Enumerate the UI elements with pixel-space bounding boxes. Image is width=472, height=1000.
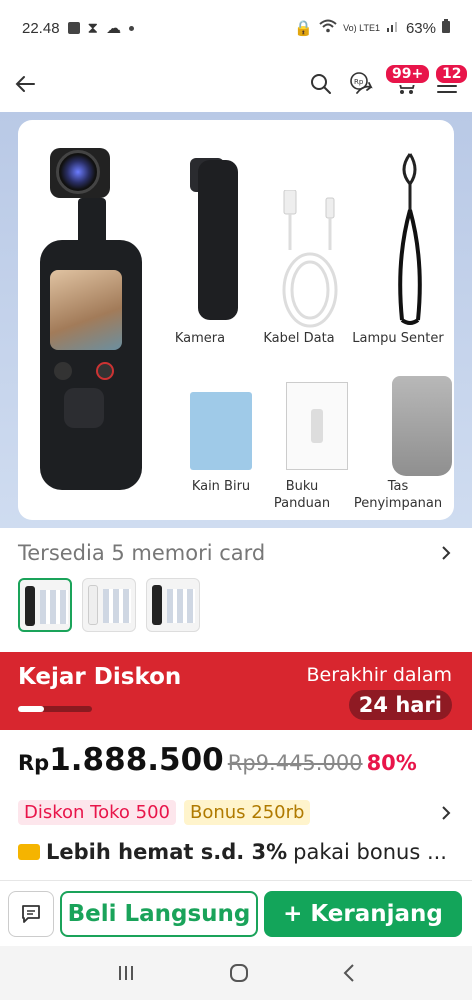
label-kamera: Kamera bbox=[174, 331, 226, 346]
chevron-right-icon bbox=[442, 546, 451, 560]
variant-label: Tersedia 5 memori card bbox=[18, 541, 266, 565]
camera-button-left bbox=[54, 362, 72, 380]
action-bar: Beli Langsung + Keranjang bbox=[0, 880, 472, 946]
camera-button-record bbox=[96, 362, 114, 380]
label-lampu: Lampu Senter bbox=[352, 331, 444, 346]
camera-lens bbox=[56, 150, 100, 194]
promo-ends-value: 24 hari bbox=[348, 690, 452, 720]
battery-percent: 63% bbox=[405, 19, 436, 37]
grip-image bbox=[198, 160, 238, 320]
cart-button[interactable]: 99+ bbox=[384, 63, 432, 99]
lanyard-image bbox=[398, 153, 422, 325]
variant-thumb-items bbox=[167, 589, 195, 623]
cloud-icon: ☁ bbox=[106, 20, 122, 37]
product-image[interactable]: Kamera Kabel Data Lampu Senter Kain Biru… bbox=[0, 112, 472, 528]
dot-icon bbox=[129, 25, 135, 31]
cart-badge: 99+ bbox=[384, 63, 432, 85]
label-kabel: Kabel Data bbox=[263, 331, 335, 346]
promo-tags-row[interactable]: Diskon Toko 500 Bonus 250rb bbox=[18, 800, 454, 825]
status-bar: 22.48 ⧗ ☁ 🔒 Vo) LTE1 63% bbox=[0, 0, 472, 56]
battery-icon bbox=[442, 19, 450, 37]
camera-screen bbox=[50, 270, 122, 350]
product-image-card: Kamera Kabel Data Lampu Senter Kain Biru… bbox=[18, 120, 454, 520]
store-discount-tag: Diskon Toko 500 bbox=[18, 800, 176, 825]
chat-button[interactable] bbox=[8, 890, 54, 937]
label-tas-2: Penyimpanan bbox=[353, 496, 443, 511]
svg-text:Rp: Rp bbox=[354, 78, 364, 86]
status-time: 22.48 bbox=[22, 19, 60, 37]
promo-title: Kejar Diskon bbox=[18, 664, 182, 690]
variant-thumb-items bbox=[40, 590, 68, 624]
variant-thumb[interactable] bbox=[82, 578, 136, 632]
recent-apps-icon[interactable] bbox=[116, 964, 136, 982]
price-discount: 80% bbox=[366, 751, 417, 775]
share-rp-icon: Rp bbox=[350, 72, 373, 94]
variant-thumb-camera bbox=[152, 585, 162, 625]
savings-bold: Lebih hemat s.d. 3% bbox=[46, 840, 288, 864]
price-original: Rp9.445.000 bbox=[227, 751, 363, 775]
signal-icon bbox=[386, 19, 400, 37]
promo-progress bbox=[18, 706, 92, 712]
variant-thumb[interactable] bbox=[18, 578, 72, 632]
manual-image bbox=[286, 382, 348, 470]
hourglass-icon: ⧗ bbox=[87, 19, 99, 37]
label-tas-1: Tas bbox=[387, 479, 409, 494]
price-currency: Rp bbox=[18, 751, 50, 775]
variant-row[interactable]: Tersedia 5 memori card bbox=[0, 528, 472, 578]
variant-thumb-camera bbox=[88, 585, 98, 625]
network-label: Vo) LTE1 bbox=[343, 22, 380, 33]
price-current: 1.888.500 bbox=[49, 742, 224, 778]
lock-icon: 🔒 bbox=[294, 20, 314, 37]
coin-icon bbox=[18, 844, 40, 860]
image-icon bbox=[67, 22, 80, 34]
promo-ends-label: Berakhir dalam bbox=[306, 664, 453, 686]
home-icon[interactable] bbox=[228, 962, 250, 984]
chat-icon bbox=[22, 904, 40, 923]
camera-body bbox=[40, 240, 142, 490]
camera-dpad bbox=[64, 388, 104, 428]
buy-now-button[interactable]: Beli Langsung bbox=[60, 890, 258, 937]
variant-thumb-items bbox=[103, 589, 131, 623]
label-kain: Kain Biru bbox=[191, 479, 251, 494]
menu-button[interactable]: 12 bbox=[432, 63, 470, 99]
cable-image bbox=[282, 190, 338, 328]
price-row: Rp 1.888.500 Rp9.445.000 80% bbox=[18, 742, 417, 778]
savings-rest: pakai bonus ... bbox=[293, 840, 447, 864]
variant-thumb-camera bbox=[25, 586, 35, 626]
variant-thumbnails bbox=[18, 578, 200, 632]
camera-neck bbox=[78, 198, 106, 244]
system-nav-bar bbox=[0, 946, 472, 1000]
cloth-image bbox=[190, 392, 252, 470]
arrow-left-icon bbox=[15, 76, 35, 92]
menu-badge: 12 bbox=[434, 63, 470, 85]
promo-progress-fill bbox=[18, 706, 44, 712]
back-nav-icon[interactable] bbox=[342, 963, 356, 983]
top-bar: Rp 99+ 12 bbox=[0, 56, 472, 112]
chevron-right-icon bbox=[442, 805, 451, 820]
variant-thumb[interactable] bbox=[146, 578, 200, 632]
savings-row: Lebih hemat s.d. 3% pakai bonus ... bbox=[18, 840, 447, 864]
wifi-icon bbox=[319, 19, 337, 37]
add-to-cart-button[interactable]: + Keranjang bbox=[264, 890, 462, 937]
pouch-image bbox=[392, 376, 452, 476]
search-button[interactable] bbox=[306, 69, 336, 99]
search-icon bbox=[311, 74, 331, 94]
label-buku-1: Buku bbox=[285, 479, 319, 494]
promo-banner: Kejar Diskon Berakhir dalam 24 hari bbox=[0, 652, 472, 730]
bonus-tag: Bonus 250rb bbox=[184, 800, 311, 825]
back-button[interactable] bbox=[10, 69, 40, 99]
share-button[interactable]: Rp bbox=[348, 69, 378, 99]
label-buku-2: Panduan bbox=[273, 496, 331, 511]
